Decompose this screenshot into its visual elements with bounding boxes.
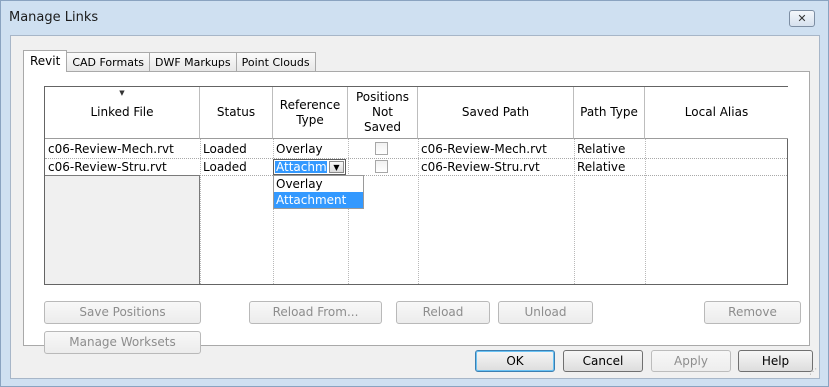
tab-point-clouds[interactable]: Point Clouds — [236, 52, 316, 72]
revit-tab-panel: ▼ Linked File Status Reference Type Posi… — [23, 71, 810, 354]
header-path-type[interactable]: Path Type — [574, 87, 645, 139]
links-table: ▼ Linked File Status Reference Type Posi… — [44, 86, 788, 285]
header-saved-path[interactable]: Saved Path — [418, 87, 574, 139]
row2-positions-not-saved-checkbox[interactable] — [375, 160, 388, 173]
dropdown-option-overlay[interactable]: Overlay — [274, 176, 363, 192]
row2-reference-type-combo[interactable]: Attachm ▼ — [273, 159, 346, 175]
header-status[interactable]: Status — [200, 87, 273, 139]
header-positions-not-saved[interactable]: Positions Not Saved — [348, 87, 418, 139]
row1-reference-type[interactable]: Overlay — [273, 140, 348, 158]
row2-local-alias[interactable] — [645, 158, 788, 176]
reload-button[interactable]: Reload — [396, 301, 490, 324]
combo-value: Attachm — [275, 161, 327, 173]
tab-strip: Revit CAD Formats DWF Markups Point Clou… — [23, 50, 316, 72]
tab-cad-formats[interactable]: CAD Formats — [67, 52, 150, 72]
dialog-title: Manage Links — [9, 10, 99, 25]
header-linked-file[interactable]: ▼ Linked File — [45, 87, 200, 139]
dropdown-option-attachment[interactable]: Attachment — [274, 192, 363, 208]
remove-button[interactable]: Remove — [704, 301, 801, 324]
row2-status[interactable]: Loaded — [200, 158, 273, 176]
dropdown-arrow-glyph: ▼ — [333, 162, 340, 172]
row1-path-type[interactable]: Relative — [574, 140, 645, 158]
tab-dwf-markups[interactable]: DWF Markups — [150, 52, 237, 72]
unload-button[interactable]: Unload — [498, 301, 593, 324]
tab-revit[interactable]: Revit — [23, 50, 68, 72]
row2-linked-file[interactable]: c06-Review-Stru.rvt — [45, 158, 200, 176]
row2-path-type[interactable]: Relative — [574, 158, 645, 176]
header-local-alias[interactable]: Local Alias — [645, 87, 788, 139]
save-positions-button[interactable]: Save Positions — [44, 301, 201, 324]
row1-positions-not-saved-checkbox[interactable] — [375, 142, 388, 155]
close-icon: ✕ — [797, 12, 807, 25]
manage-links-dialog: Manage Links ✕ Revit CAD Formats DWF Mar… — [0, 0, 829, 387]
column-divider — [348, 139, 349, 284]
row1-local-alias[interactable] — [645, 140, 788, 158]
close-button[interactable]: ✕ — [789, 10, 815, 27]
resize-grip-icon[interactable]: ⋰ — [809, 368, 817, 376]
row1-status[interactable]: Loaded — [200, 140, 273, 158]
row1-linked-file[interactable]: c06-Review-Mech.rvt — [45, 140, 200, 158]
help-button[interactable]: Help — [738, 350, 813, 372]
reload-from-button[interactable]: Reload From... — [249, 301, 382, 324]
manage-worksets-button[interactable]: Manage Worksets — [44, 331, 201, 354]
header-reference-type[interactable]: Reference Type — [273, 87, 348, 139]
row2-saved-path[interactable]: c06-Review-Stru.rvt — [418, 158, 574, 176]
apply-button[interactable]: Apply — [651, 350, 731, 372]
reference-type-dropdown-list: Overlay Attachment — [273, 175, 364, 209]
row1-saved-path[interactable]: c06-Review-Mech.rvt — [418, 140, 574, 158]
chevron-down-icon[interactable]: ▼ — [329, 161, 344, 173]
row-header-empty-area — [45, 175, 200, 284]
ok-button[interactable]: OK — [475, 350, 555, 372]
header-label: Linked File — [90, 105, 154, 119]
sort-arrow-icon: ▼ — [119, 89, 125, 97]
dialog-client-area: Revit CAD Formats DWF Markups Point Clou… — [10, 35, 820, 379]
cancel-button[interactable]: Cancel — [563, 350, 643, 372]
